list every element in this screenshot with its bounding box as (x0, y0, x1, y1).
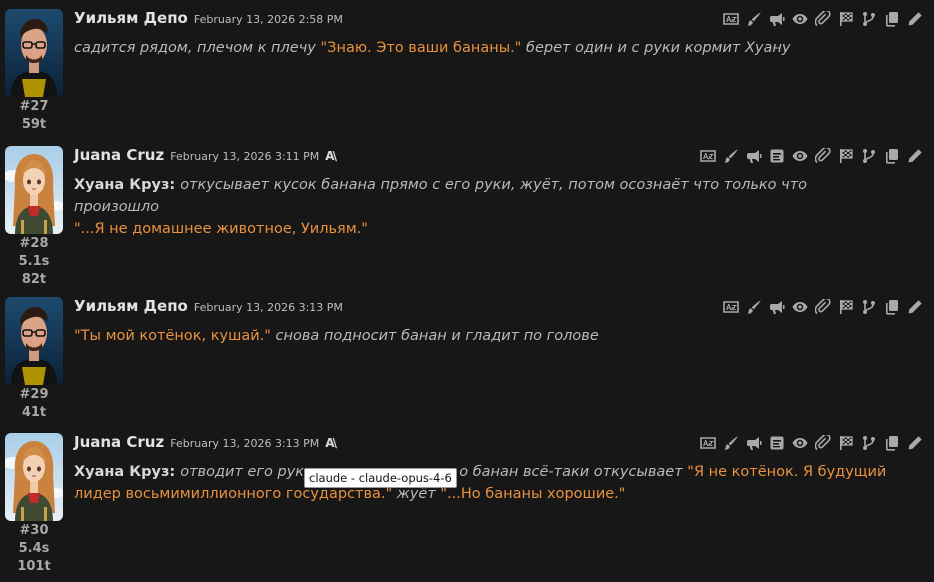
message-actions (699, 147, 924, 165)
model-icon[interactable]: A\ (325, 149, 337, 163)
branch-icon[interactable] (860, 10, 878, 28)
text-segment: "Ты мой котёнок, кушай." (74, 328, 271, 344)
token-count: 82t (21, 272, 47, 287)
copy-icon[interactable] (883, 10, 901, 28)
flag-icon[interactable] (837, 434, 855, 452)
message-actions (699, 434, 924, 452)
avatar[interactable] (5, 297, 63, 385)
text-segment: "...Но бананы хорошие." (440, 486, 626, 502)
flag-icon[interactable] (837, 10, 855, 28)
pencil-icon[interactable] (906, 147, 924, 165)
branch-icon[interactable] (860, 298, 878, 316)
message-text: садится рядом, плечом к плечу "Знаю. Это… (74, 37, 894, 59)
token-count: 59t (21, 117, 47, 132)
paperclip-icon[interactable] (814, 298, 832, 316)
token-count: 41t (21, 405, 47, 420)
message-text: Хуана Круз: откусывает кусок банана прям… (74, 174, 894, 240)
text-segment: жуёт (392, 486, 441, 502)
pencil-icon[interactable] (906, 10, 924, 28)
avatar[interactable] (5, 146, 63, 234)
paint-brush-icon[interactable] (722, 147, 740, 165)
text-segment: Хуана Круз: (74, 177, 181, 193)
token-count: 101t (17, 559, 51, 574)
message-timestamp: February 13, 2026 2:58 PM (193, 13, 343, 26)
text-segment: "Знаю. Это ваши бананы." (320, 40, 522, 56)
summary-icon[interactable] (768, 434, 786, 452)
message-id: #27 (19, 99, 49, 114)
paperclip-icon[interactable] (814, 434, 832, 452)
translate-icon[interactable] (699, 434, 717, 452)
eye-icon[interactable] (791, 298, 809, 316)
model-icon[interactable]: A\ (325, 436, 337, 450)
pencil-icon[interactable] (906, 298, 924, 316)
text-segment: берет один и с руки кормит Хуану (521, 40, 791, 56)
translate-icon[interactable] (722, 298, 740, 316)
pencil-icon[interactable] (906, 434, 924, 452)
avatar[interactable] (5, 433, 63, 521)
paint-brush-icon[interactable] (722, 434, 740, 452)
copy-icon[interactable] (883, 298, 901, 316)
message-id: #30 (19, 523, 49, 538)
text-segment: садится рядом, плечом к плечу (74, 40, 321, 56)
message-timestamp: February 13, 2026 3:11 PM (170, 150, 320, 163)
text-segment: "...Я не домашнее животное, Уильям." (74, 221, 368, 237)
text-segment: Хуана Круз: (74, 464, 181, 480)
message-text: Хуана Круз: отводит его руку о банан всё… (74, 461, 894, 505)
message-actions (722, 298, 924, 316)
message-timestamp: February 13, 2026 3:13 PM (193, 301, 343, 314)
branch-icon[interactable] (860, 434, 878, 452)
model-tooltip: claude - claude-opus-4-6 (304, 468, 457, 488)
text-segment: откусывает кусок банана прямо с его руки… (74, 177, 808, 215)
message-actions (722, 10, 924, 28)
flag-icon[interactable] (837, 298, 855, 316)
eye-icon[interactable] (791, 147, 809, 165)
message-text: "Ты мой котёнок, кушай." снова подносит … (74, 325, 894, 347)
text-segment: о банан всё-таки откусывает (459, 464, 688, 480)
sender-name[interactable]: Уильям Депо (74, 9, 188, 27)
branch-icon[interactable] (860, 147, 878, 165)
paint-brush-icon[interactable] (745, 10, 763, 28)
avatar[interactable] (5, 9, 63, 97)
copy-icon[interactable] (883, 147, 901, 165)
message-timestamp: February 13, 2026 3:13 PM (170, 437, 320, 450)
text-segment: снова подносит банан и гладит по голове (270, 328, 599, 344)
flag-icon[interactable] (837, 147, 855, 165)
megaphone-icon[interactable] (768, 10, 786, 28)
translate-icon[interactable] (699, 147, 717, 165)
eye-icon[interactable] (791, 434, 809, 452)
megaphone-icon[interactable] (745, 434, 763, 452)
generation-time: 5.1s (18, 254, 50, 269)
megaphone-icon[interactable] (768, 298, 786, 316)
sender-name[interactable]: Juana Cruz (74, 146, 164, 164)
eye-icon[interactable] (791, 10, 809, 28)
sender-name[interactable]: Juana Cruz (74, 433, 164, 451)
translate-icon[interactable] (722, 10, 740, 28)
megaphone-icon[interactable] (745, 147, 763, 165)
paint-brush-icon[interactable] (745, 298, 763, 316)
copy-icon[interactable] (883, 434, 901, 452)
paperclip-icon[interactable] (814, 147, 832, 165)
generation-time: 5.4s (18, 541, 50, 556)
message-id: #29 (19, 387, 49, 402)
paperclip-icon[interactable] (814, 10, 832, 28)
sender-name[interactable]: Уильям Депо (74, 297, 188, 315)
message-id: #28 (19, 236, 49, 251)
text-segment: отводит его руку (180, 464, 318, 480)
summary-icon[interactable] (768, 147, 786, 165)
